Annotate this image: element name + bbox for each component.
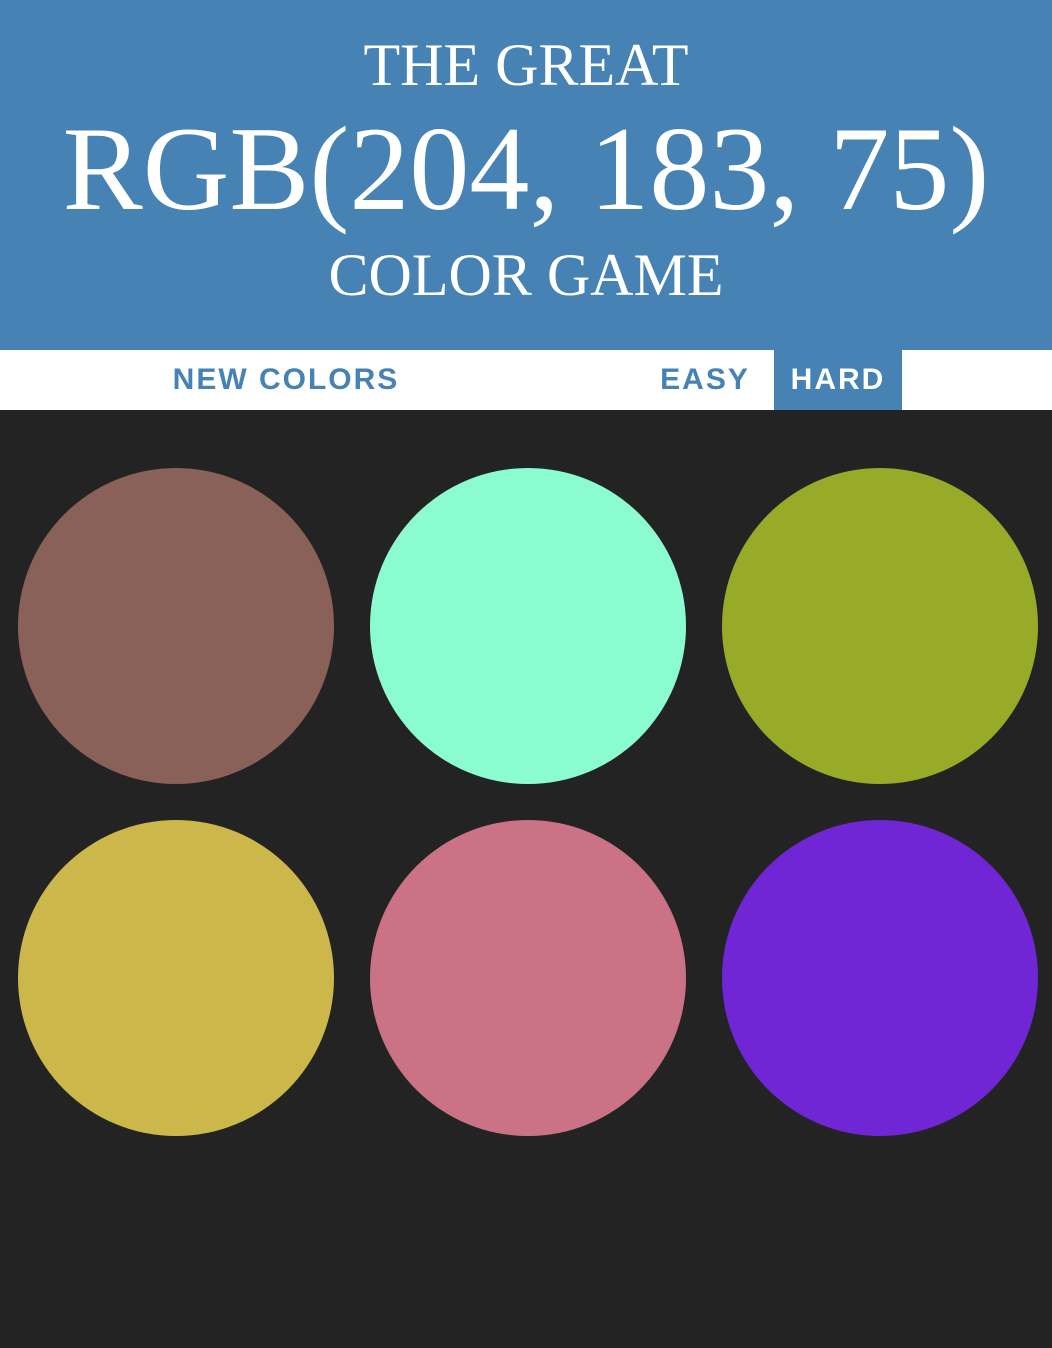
easy-mode-button[interactable]: EASY xyxy=(644,350,766,410)
color-circle-1[interactable] xyxy=(18,468,334,784)
color-circle-2[interactable] xyxy=(370,468,686,784)
title-line-great: THE GREAT xyxy=(363,32,689,98)
new-colors-button[interactable]: NEW COLORS xyxy=(160,350,412,410)
color-circle-6[interactable] xyxy=(722,820,1038,1136)
color-circle-5[interactable] xyxy=(370,820,686,1136)
target-rgb-display: RGB(204, 183, 75) xyxy=(62,102,990,235)
color-circle-3[interactable] xyxy=(722,468,1038,784)
game-header: THE GREAT RGB(204, 183, 75) COLOR GAME xyxy=(0,0,1052,350)
title-line-color-game: COLOR GAME xyxy=(328,242,724,308)
status-message xyxy=(412,350,644,410)
color-circle-4[interactable] xyxy=(18,820,334,1136)
hard-mode-button[interactable]: HARD xyxy=(774,350,902,410)
